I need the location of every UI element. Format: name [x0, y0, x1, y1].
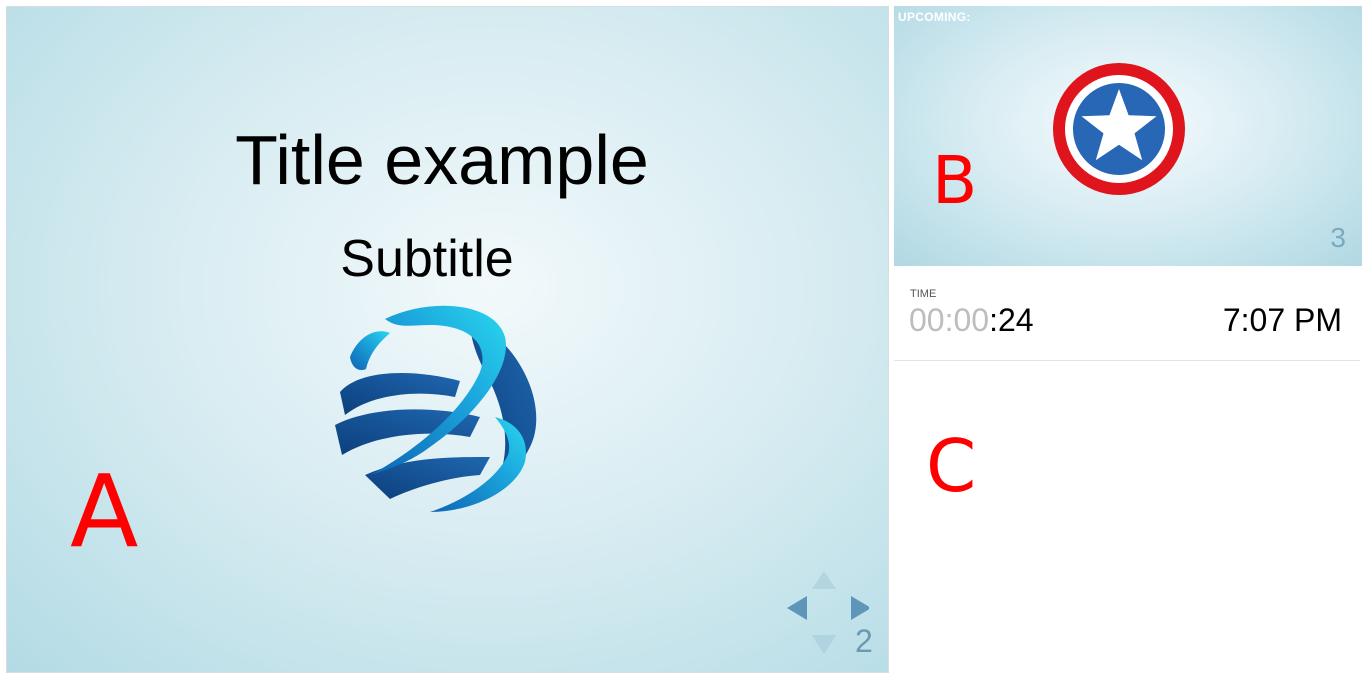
upcoming-label: UPCOMING: [898, 10, 971, 24]
current-slide: Title example Subtitle 2 [6, 6, 889, 673]
nav-up-icon[interactable] [812, 571, 836, 589]
slide-title: Title example [235, 121, 649, 199]
globe-logo-icon [335, 305, 537, 512]
nav-left-icon[interactable] [787, 596, 807, 620]
elapsed-timer[interactable]: 00:00:24 [909, 304, 1034, 336]
upcoming-slide-preview[interactable]: UPCOMING: 3 [894, 6, 1362, 266]
slide-subtitle: Subtitle [340, 230, 514, 288]
star-shield-icon [1053, 63, 1185, 195]
annotation-c: C [926, 424, 977, 508]
annotation-a: A [70, 453, 139, 570]
nav-right-icon[interactable] [851, 596, 869, 620]
slide-number: 2 [855, 623, 873, 659]
speaker-view: Title example Subtitle 2 A UPCOMING: 3 B… [0, 0, 1365, 677]
nav-down-icon[interactable] [812, 635, 836, 653]
timer-hours-minutes: 00:00 [909, 302, 990, 338]
annotation-b: B [932, 142, 978, 219]
time-panel: TIME 00:00:24 7:07 PM [894, 268, 1360, 361]
time-label: TIME [910, 288, 937, 300]
clock: 7:07 PM [1222, 302, 1342, 338]
upcoming-slide-number: 3 [1330, 222, 1346, 253]
timer-seconds: :24 [989, 302, 1034, 338]
